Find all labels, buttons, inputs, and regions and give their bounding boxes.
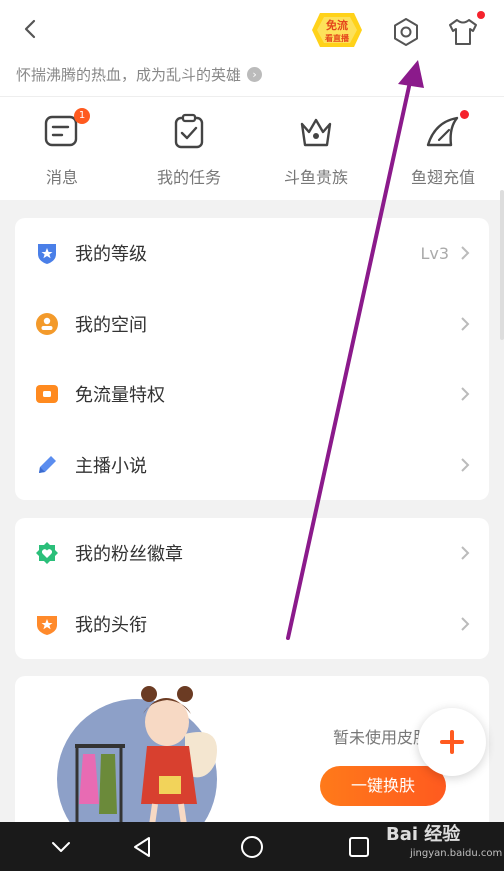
quick-actions: 1 消息 我的任务 斗鱼贵族 鱼翅充值 [0, 106, 504, 196]
fin-icon [423, 110, 469, 152]
crown-icon [296, 112, 336, 152]
skin-status-text: 暂未使用皮肤 [333, 728, 430, 747]
menu-card-2: 我的粉丝徽章 我的头衔 [15, 518, 489, 659]
skin-card: 暂未使用皮肤 一键换肤 [15, 676, 489, 836]
menu-item-label: 主播小说 [75, 455, 147, 477]
menu-item-label: 我的粉丝徽章 [75, 544, 183, 566]
slogan-text: 怀揣沸腾的热血，成为乱斗的英雄 [16, 66, 242, 84]
chevron-down-icon[interactable] [48, 834, 74, 860]
chevron-right-icon [461, 546, 470, 560]
level-shield-icon [38, 244, 56, 265]
gear-icon [394, 18, 418, 46]
menu-item-label: 我的空间 [75, 314, 147, 336]
menu-item-label: 免流量特权 [75, 385, 165, 407]
recharge-dot [460, 110, 469, 119]
menu-item-fan-badge[interactable]: 我的粉丝徽章 [15, 518, 489, 589]
nav-recents-icon[interactable] [346, 834, 372, 860]
free-badge-line1: 免流 [326, 18, 348, 32]
back-button[interactable] [18, 16, 44, 42]
quick-item-messages[interactable]: 1 消息 [2, 106, 122, 188]
menu-item-title[interactable]: 我的头衔 [15, 589, 489, 660]
notification-dot [477, 11, 485, 19]
menu-item-label: 我的等级 [75, 244, 147, 266]
skin-character-illustration [57, 686, 217, 834]
free-badge-line2: 看直播 [324, 33, 350, 43]
quick-item-noble[interactable]: 斗鱼贵族 [256, 106, 376, 188]
tshirt-icon [449, 19, 477, 45]
profile-space-icon [36, 312, 58, 335]
skin-wardrobe-button[interactable] [446, 15, 480, 49]
arrow-right-circle-icon: › [247, 67, 263, 82]
message-count-badge: 1 [74, 108, 90, 124]
level-value: Lv3 [420, 243, 449, 263]
menu-item-free-data[interactable]: 免流量特权 [15, 359, 489, 430]
quick-item-label: 斗鱼贵族 [283, 168, 348, 187]
quick-item-label: 消息 [45, 168, 78, 187]
message-icon: 1 [42, 108, 90, 152]
change-skin-button[interactable]: 一键换肤 [320, 766, 446, 806]
quick-item-label: 鱼翅充值 [410, 168, 475, 187]
nav-home-icon[interactable] [239, 834, 265, 860]
free-live-badge[interactable]: 免流 看直播 [310, 10, 364, 50]
free-live-badge-icon: 免流 看直播 [312, 13, 362, 47]
settings-button[interactable] [390, 16, 422, 48]
chevron-right-icon [461, 617, 470, 631]
baidu-watermark: Bai 经验 [386, 824, 461, 845]
menu-item-space[interactable]: 我的空间 [15, 289, 489, 360]
chevron-right-icon [461, 458, 470, 472]
chevron-right-icon [461, 246, 470, 260]
quick-item-label: 我的任务 [156, 168, 221, 187]
quick-item-tasks[interactable]: 我的任务 [129, 106, 249, 188]
add-fab-button[interactable] [418, 708, 486, 776]
fan-badge-icon [36, 542, 58, 565]
title-badge-icon [37, 615, 57, 635]
menu-card-1: 我的等级 Lv3 我的空间 免流量特权 主播小说 [15, 218, 489, 500]
chevron-right-icon [461, 387, 470, 401]
menu-item-level[interactable]: 我的等级 Lv3 [15, 218, 489, 289]
chevron-right-icon [461, 317, 470, 331]
task-clipboard-icon [169, 112, 209, 152]
chevron-left-icon [24, 19, 36, 39]
nav-back-icon[interactable] [130, 834, 156, 860]
menu-item-anchor-novel[interactable]: 主播小说 [15, 430, 489, 501]
quick-item-recharge[interactable]: 鱼翅充值 [383, 106, 503, 188]
baidu-watermark-url: jingyan.baidu.com [410, 848, 503, 859]
scrollbar[interactable] [500, 190, 504, 340]
menu-item-label: 我的头衔 [75, 614, 147, 636]
pen-icon [39, 455, 56, 473]
divider [0, 96, 504, 97]
slogan-link[interactable]: 怀揣沸腾的热血，成为乱斗的英雄 › [16, 64, 263, 85]
free-data-icon [36, 385, 58, 404]
